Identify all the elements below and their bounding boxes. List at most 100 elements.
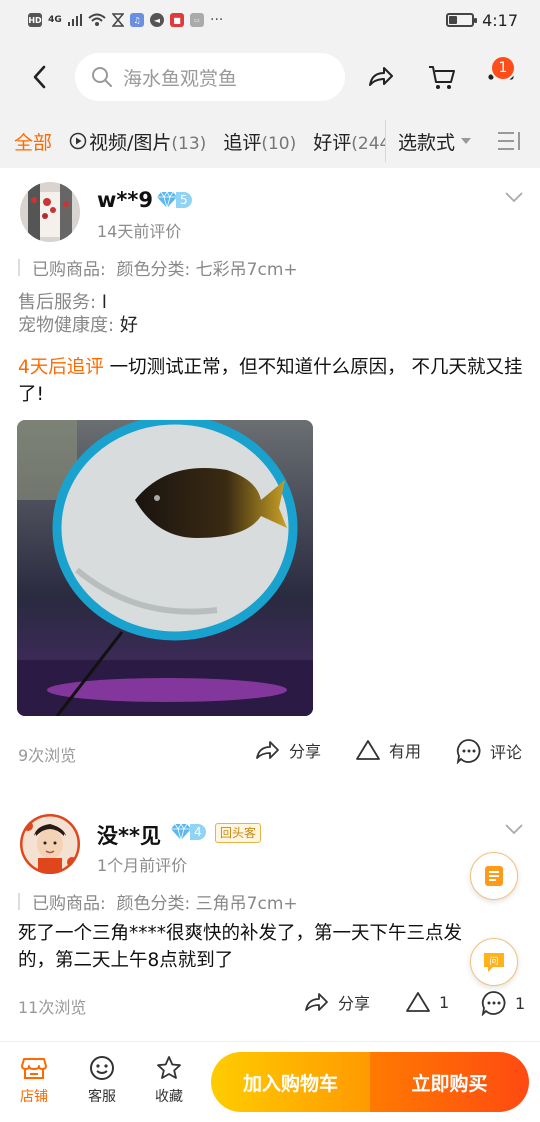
member-level-badge: 5 [157,191,192,209]
tab-label: 好评 [313,131,352,154]
username: w**9 [97,188,153,212]
pet-health-value: 好 [119,315,138,336]
buy-now-button[interactable]: 立即购买 [370,1052,529,1112]
comment-button[interactable]: 1 [481,990,525,1016]
useful-label: 有用 [389,742,422,761]
comment-icon [481,991,506,1016]
useful-count: 1 [439,992,450,1012]
music-app-icon: ♫ [130,13,144,27]
tab-follow-up[interactable]: 追评 (10) [223,128,296,155]
share-icon [305,993,328,1011]
review-card: w**9 5 14天前评价 已购商品: 颜色分类: 七彩吊7cm+ 售后服务: … [0,168,540,778]
purchase-buttons: 加入购物车 立即购买 [211,1052,529,1112]
search-bar[interactable]: 海水鱼观赏鱼 [75,53,345,101]
favorite-label: 收藏 [155,1089,183,1105]
review-photo[interactable] [17,420,313,716]
avatar-image [20,814,80,874]
username: 没**见 [97,824,161,848]
tab-label: 追评 [223,131,262,154]
returning-customer-tag: 回头客 [215,823,262,843]
diamond-icon [171,823,191,841]
review-card: 没**见 4 回头客 1个月前评价 已购商品: 颜色分类: 三角吊7cm+ 死了… [0,808,540,1041]
clock: 4:17 [482,10,518,30]
back-arrow-icon[interactable] [28,62,52,92]
bottom-action-bar: 店铺 客服 收藏 加入购物车 立即购买 [0,1041,540,1122]
comment-icon [456,739,481,764]
purchased-sku: 已购商品: 颜色分类: 三角吊7cm+ [18,889,298,914]
tab-count: (13) [171,133,207,154]
level-number: 4 [190,824,206,840]
view-count: 11次浏览 [18,998,87,1017]
triangle-up-icon [356,740,380,760]
comment-count: 1 [515,993,526,1013]
avatar[interactable] [20,182,80,242]
review-list[interactable]: w**9 5 14天前评价 已购商品: 颜色分类: 七彩吊7cm+ 售后服务: … [0,168,540,1041]
tab-all[interactable]: 全部 [14,128,52,155]
service-label: 客服 [88,1089,116,1105]
useful-button[interactable]: 有用 [355,738,421,762]
nav-app-icon: ◄ [150,13,164,27]
sku-value: 颜色分类: 三角吊7cm+ [116,894,298,914]
question-icon: 问 [484,953,504,972]
useful-button[interactable]: 1 [405,990,449,1014]
chevron-down-icon[interactable] [504,190,524,204]
review-time: 1个月前评价 [97,856,188,875]
pet-health-line: 宠物健康度: 好 [18,311,138,337]
tab-label: 全部 [14,131,53,154]
sku-value: 颜色分类: 七彩吊7cm+ [116,260,298,280]
red-app-icon: ■ [170,13,184,27]
search-icon [92,67,112,87]
battery-icon [446,13,478,27]
share-label: 分享 [289,742,322,761]
tab-label: 视频/图片 [89,131,172,154]
share-button[interactable]: 分享 [255,738,321,762]
filter-tabs: 全部 视频/图片 (13) 追评 (10) 好评 (244 [14,114,386,168]
review-text: 4天后追评 一切测试正常，但不知道什么原因， 不几天就又挂了! [18,354,528,408]
chevron-down-icon[interactable] [504,822,524,836]
divider [18,893,20,910]
wifi-icon [88,13,106,26]
search-input[interactable]: 海水鱼观赏鱼 [123,64,237,91]
notes-float-button[interactable] [470,852,518,900]
review-time: 14天前评价 [97,222,182,241]
follow-up-tag: 4天后追评 [18,357,104,378]
share-icon[interactable] [366,62,396,92]
star-icon [157,1056,181,1079]
hourglass-icon [112,13,124,27]
tab-positive[interactable]: 好评 (244 [313,128,386,155]
favorite-button[interactable]: 收藏 [144,1054,194,1106]
more-notifications-icon: ··· [210,12,224,28]
review-body: 死了一个三角****很爽快的补发了，第一天下午三点发的，第二天上午8点就到了 [18,923,463,971]
comment-label: 评论 [490,743,523,762]
diamond-icon [157,191,177,209]
ask-float-button[interactable]: 问 [470,938,518,986]
filter-bar: 全部 视频/图片 (13) 追评 (10) 好评 (244 选款式 [0,114,540,168]
shop-button[interactable]: 店铺 [9,1054,59,1106]
add-to-cart-button[interactable]: 加入购物车 [211,1052,370,1112]
fish-in-net-image [17,420,313,716]
tab-count: (244 [351,133,386,154]
list-view-icon[interactable] [496,130,522,152]
tab-video-photo[interactable]: 视频/图片 (13) [69,128,206,155]
style-select-dropdown[interactable]: 选款式 [385,120,500,162]
top-header: 海水鱼观赏鱼 1 [0,40,540,114]
customer-service-button[interactable]: 客服 [77,1054,127,1106]
signal-icon [68,14,82,26]
pet-health-label: 宠物健康度: [18,315,115,336]
sku-label: 已购商品: [32,894,106,914]
avatar-image [20,182,80,242]
cart-icon[interactable] [427,62,457,92]
tab-count: (10) [261,133,297,154]
shop-label: 店铺 [20,1089,48,1105]
svg-text:问: 问 [489,955,498,967]
comment-button[interactable]: 评论 [456,738,522,764]
caret-down-icon [461,138,472,144]
share-button[interactable]: 分享 [304,990,370,1014]
avatar[interactable] [20,814,80,874]
status-bar: HD 4G ♫ ◄ ■ ▭ ··· 4:17 [0,0,540,40]
service-icon [90,1056,114,1080]
view-count: 9次浏览 [18,746,77,765]
level-number: 5 [176,192,192,208]
app-notification-icon: ▭ [190,13,204,27]
purchased-sku: 已购商品: 颜色分类: 七彩吊7cm+ [18,255,298,280]
